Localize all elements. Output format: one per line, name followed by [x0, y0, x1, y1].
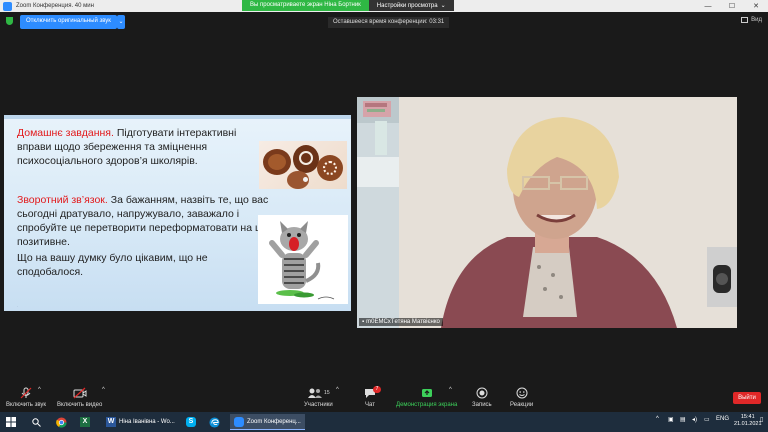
chevron-down-icon: ⌄ — [440, 3, 446, 9]
muted-mic-icon: ▪ — [362, 319, 365, 325]
taskbar-word-label: Ніна Іванівна - Wo... — [119, 419, 175, 425]
taskbar-zoom-label: Zoom Конференц... — [247, 418, 301, 425]
volume-icon[interactable]: ◂) — [692, 416, 697, 423]
view-options-label: Настройки просмотра — [376, 2, 438, 9]
taskbar-excel-button[interactable]: X — [80, 414, 90, 430]
video-off-icon — [73, 387, 87, 399]
participants-icon: 15 — [307, 387, 330, 399]
participant-video[interactable]: ▪ m0EMCxTетяна Матвієнко — [357, 97, 737, 328]
window-title: Zoom Конференция. 40 мин — [16, 3, 94, 9]
participant-video-frame — [357, 97, 737, 328]
start-video-button[interactable]: Включить видео — [57, 387, 102, 408]
notifications-icon[interactable]: ▯ — [760, 416, 763, 423]
view-label: Вид — [751, 17, 762, 23]
participant-name: m0EMCxTетяна Матвієнко — [366, 319, 440, 325]
chrome-icon — [56, 416, 67, 428]
participant-name-label: ▪ m0EMCxTетяна Матвієнко — [359, 318, 443, 326]
windows-taskbar: X W Ніна Іванівна - Wo... S Zoom Конфере… — [0, 412, 768, 432]
shield-icon[interactable] — [6, 17, 13, 25]
remaining-time: Оставшееся время конференции: 03:31 — [328, 17, 450, 28]
share-banner: Вы просматриваете экран Ніна Бортник Нас… — [242, 0, 454, 11]
taskbar-skype-button[interactable]: S — [186, 414, 196, 430]
minimize-button[interactable]: — — [696, 0, 720, 12]
chat-label: Чат — [365, 402, 375, 408]
share-options-caret[interactable]: ^ — [449, 387, 452, 393]
taskbar-zoom-meeting[interactable]: Zoom Конференц... — [230, 414, 305, 430]
battery-icon[interactable]: ▭ — [704, 416, 710, 423]
language-indicator[interactable]: ENG — [716, 416, 729, 422]
close-button[interactable]: ✕ — [744, 0, 768, 12]
clock-time: 15:41 — [740, 414, 755, 420]
record-icon — [476, 387, 488, 399]
participants-button[interactable]: 15 Участники — [304, 387, 333, 408]
zoom-window: Zoom Конференция. 40 мин Вы просматривае… — [0, 0, 768, 432]
reactions-label: Реакции — [510, 402, 534, 408]
participants-count: 15 — [324, 390, 330, 396]
record-label: Запись — [472, 402, 492, 408]
edge-icon — [209, 416, 220, 428]
leave-meeting-button[interactable]: Выйти — [733, 392, 761, 404]
video-options-caret[interactable]: ^ — [102, 387, 105, 393]
meeting-toolbar: Включить звук ^ Включить видео ^ 15 Учас… — [0, 384, 768, 412]
participants-options-caret[interactable]: ^ — [336, 387, 339, 393]
shared-slide: Домашнє завдання. Підготувати інтерактив… — [4, 115, 351, 311]
excel-icon: X — [80, 417, 90, 427]
muted-microphone-icon — [20, 387, 32, 399]
viewing-screen-label: Вы просматриваете экран Ніна Бортник — [242, 0, 369, 11]
original-sound-dropdown[interactable]: ⌄ — [117, 15, 125, 29]
slide-footer-mark: · — [17, 304, 19, 309]
closing-text: Що на вашу думку було цікавим, що не спо… — [17, 252, 208, 278]
participants-label: Участники — [304, 402, 333, 408]
feedback-heading: Зворотний зв’язок. — [17, 194, 108, 206]
view-button[interactable]: Вид — [741, 17, 762, 23]
record-button[interactable]: Запись — [472, 387, 492, 408]
maximize-button[interactable]: ☐ — [720, 0, 744, 12]
search-icon — [32, 417, 41, 427]
cookies-image — [259, 141, 347, 189]
tray-overflow-icon[interactable]: ^ — [656, 416, 659, 422]
zoom-app-icon — [3, 1, 12, 11]
skype-icon: S — [186, 417, 196, 427]
share-screen-icon — [421, 387, 433, 399]
share-screen-label: Демонстрация экрана — [396, 402, 458, 408]
windows-logo-icon — [6, 417, 16, 427]
cat-cartoon-image — [258, 215, 348, 304]
reactions-button[interactable]: Реакции — [510, 387, 533, 408]
start-button[interactable] — [6, 414, 16, 430]
network-icon[interactable]: ▤ — [680, 416, 686, 423]
chat-unread-badge: 7 — [373, 386, 381, 393]
unmute-label: Включить звук — [6, 402, 47, 408]
audio-options-caret[interactable]: ^ — [38, 387, 41, 393]
taskbar-chrome-button[interactable] — [56, 414, 67, 430]
clock-date: 21.01.2021 — [734, 421, 762, 427]
zoom-icon — [234, 416, 244, 427]
taskbar-clock[interactable]: 15:41 21.01.2021 — [734, 414, 762, 428]
tray-app-icon[interactable]: ▣ — [668, 416, 674, 423]
meeting-top-strip: Отключить оригинальный звук ⌄ Оставшееся… — [0, 12, 768, 32]
slide-top-stripe — [4, 115, 351, 119]
word-icon: W — [106, 417, 116, 427]
homework-heading: Домашнє завдання. — [17, 127, 114, 139]
feedback-paragraph: Зворотний зв’язок. За бажанням, назвіть … — [17, 193, 292, 249]
taskbar-edge-button[interactable] — [209, 414, 220, 430]
view-options-button[interactable]: Настройки просмотра ⌄ — [368, 0, 454, 11]
taskbar-search-button[interactable] — [32, 414, 41, 430]
start-video-label: Включить видео — [57, 402, 103, 408]
window-controls: — ☐ ✕ — [696, 0, 768, 12]
homework-paragraph: Домашнє завдання. Підготувати інтерактив… — [17, 126, 272, 168]
grid-icon — [741, 17, 749, 23]
original-sound-button[interactable]: Отключить оригинальный звук — [20, 15, 117, 29]
taskbar-word-document[interactable]: W Ніна Іванівна - Wo... — [102, 414, 179, 430]
reactions-smiley-icon — [516, 387, 528, 399]
